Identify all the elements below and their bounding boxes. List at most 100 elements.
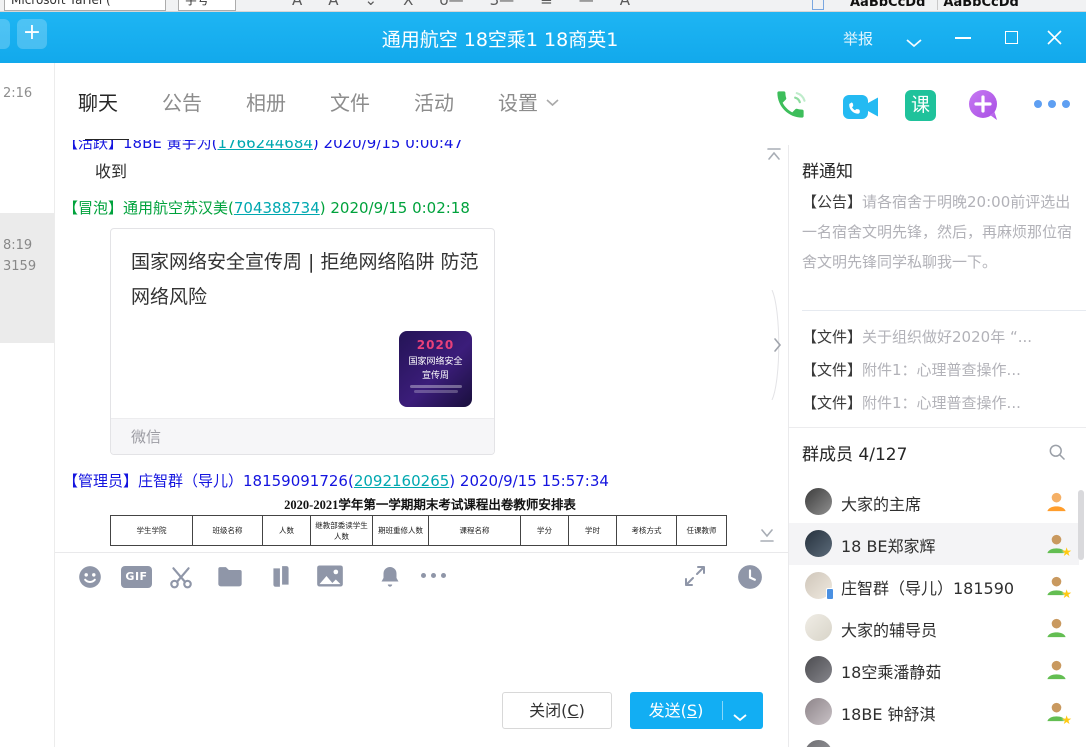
notification-bell-icon[interactable] xyxy=(378,564,402,594)
screenshot-scissors-icon[interactable] xyxy=(168,564,194,594)
more-actions-icon[interactable] xyxy=(1034,100,1070,108)
add-apps-icon[interactable] xyxy=(967,88,1001,126)
member-row-6[interactable] xyxy=(789,733,1086,747)
collapse-top-icon[interactable] xyxy=(765,146,783,166)
conversation-timestamp: 2:16 xyxy=(3,86,32,101)
thumb-year: 2020 xyxy=(399,338,472,352)
member-row-3[interactable]: 大家的辅导员 xyxy=(789,607,1086,649)
thumb-line1: 国家网络安全 xyxy=(399,354,472,367)
table-column-header: 学时 xyxy=(569,516,617,546)
group-members-title: 群成员 4/127 xyxy=(802,440,907,465)
member-badge-icon xyxy=(1045,658,1069,682)
tab-1[interactable]: 公告 xyxy=(162,87,202,116)
chevron-down-icon[interactable] xyxy=(906,33,922,52)
ribbon-glyph: X xyxy=(403,0,413,9)
ribbon-glyph: A xyxy=(620,0,630,9)
member-row-1[interactable]: 18 BE郑家辉★ xyxy=(789,523,1079,565)
message-history-clock-icon[interactable] xyxy=(737,564,763,594)
shared-link-card[interactable]: 国家网络安全宣传周 | 拒绝网络陷阱 防范网络风险 2020 国家网络安全 宣传… xyxy=(110,228,495,455)
mobile-phone-icon xyxy=(826,588,834,600)
send-button-label[interactable]: 发送(S) xyxy=(630,692,722,729)
send-button[interactable]: 发送(S) xyxy=(630,692,763,729)
qq-number-link[interactable]: 1766244684 xyxy=(217,140,312,152)
table-column-header: 学生学院 xyxy=(111,516,193,546)
avatar[interactable] xyxy=(805,614,832,641)
background-word-ribbon: Microsoft YaHei ( 字号 AA⌄Xo—3—≡—A AaBbCcD… xyxy=(0,0,1086,12)
style-preview[interactable]: AaBbCcDd xyxy=(845,0,930,10)
tab-0[interactable]: 聊天 xyxy=(78,87,118,116)
ribbon-glyph: 3— xyxy=(490,0,515,9)
avatar[interactable] xyxy=(805,698,832,725)
tab-5[interactable]: 设置 xyxy=(498,87,559,116)
sidebar-collapse-handle[interactable] xyxy=(769,290,785,404)
gif-icon[interactable]: GIF xyxy=(121,566,152,588)
member-name: 18BE 钟舒淇 xyxy=(841,701,1041,725)
group-header: 聊天 公告 相册 文件 活动 设置 课 xyxy=(55,63,1086,140)
close-icon[interactable] xyxy=(1047,30,1062,49)
member-row-0[interactable]: 大家的主席 xyxy=(789,481,1086,523)
chevron-down-icon[interactable] xyxy=(546,88,559,112)
report-button[interactable]: 举报 xyxy=(843,28,873,49)
member-row-2[interactable]: 庄智群（导儿）181590★ xyxy=(789,565,1086,607)
qq-group-chat-window: Microsoft YaHei ( 字号 AA⌄Xo—3—≡—A AaBbCcD… xyxy=(0,0,1086,747)
maximize-button[interactable] xyxy=(1005,31,1018,44)
group-files-list: 【文件】关于组织做好2020年 “...【文件】附件1：心理普查操作...【文件… xyxy=(802,321,1082,420)
close-button[interactable]: 关闭(C) xyxy=(502,692,612,729)
qq-number-link[interactable]: 704388734 xyxy=(234,199,320,217)
member-row-5[interactable]: 18BE 钟舒淇★ xyxy=(789,691,1086,733)
group-notice-text[interactable]: 【公告】请各宿舍于明晚20:00前评选出一名宿舍文明先锋，然后，再麻烦那位宿舍文… xyxy=(802,187,1078,277)
timestamp: ) 2020/9/15 0:02:18 xyxy=(320,199,470,217)
owner-badge-icon xyxy=(1045,490,1069,514)
style-preview[interactable]: AaBbCcDd xyxy=(937,0,1023,10)
table-header-row: 学生学院班级名称人数继教部委读学生人数期班重修人数课程名称学分学时考核方式任课教… xyxy=(111,516,727,546)
chat-message-area[interactable]: 【活跃】18BE 黄宇为(1766244684) 2020/9/15 0:00:… xyxy=(55,140,788,552)
exam-schedule-table-image[interactable]: 2020-2021学年第一学期期末考试课程出卷教师安排表 学生学院班级名称人数继… xyxy=(110,494,750,546)
tab-4[interactable]: 活动 xyxy=(414,87,454,116)
font-name-dropdown[interactable]: Microsoft YaHei ( xyxy=(4,0,166,11)
ribbon-glyph: ≡ xyxy=(540,0,553,9)
table-column-header: 任课教师 xyxy=(677,516,727,546)
more-tools-icon[interactable] xyxy=(421,564,446,578)
ribbon-glyph: — xyxy=(579,0,594,9)
table-column-header: 学分 xyxy=(521,516,569,546)
group-file-item[interactable]: 【文件】关于组织做好2020年 “... xyxy=(802,321,1082,354)
group-file-item[interactable]: 【文件】附件1：心理普查操作... xyxy=(802,354,1082,387)
group-file-item[interactable]: 【文件】附件1：心理普查操作... xyxy=(802,387,1082,420)
search-icon[interactable] xyxy=(1047,442,1067,466)
avatar[interactable] xyxy=(805,572,832,599)
conversation-number: 3159 xyxy=(3,259,53,274)
link-card-thumbnail: 2020 国家网络安全 宣传周 xyxy=(399,331,472,407)
member-name: 18 BE郑家辉 xyxy=(841,533,1041,557)
member-row-4[interactable]: 18空乘潘静茹 xyxy=(789,649,1086,691)
conversation-list-sliver: 2:16 8:19 3159 xyxy=(0,63,55,747)
send-file-folder-icon[interactable] xyxy=(216,564,244,594)
tab-2[interactable]: 相册 xyxy=(246,87,286,116)
titlebar: + 通用航空 18空乘1 18商英1 举报 xyxy=(0,12,1086,63)
font-size-dropdown[interactable]: 字号 xyxy=(178,0,236,11)
divider xyxy=(789,427,1086,428)
selected-conversation[interactable] xyxy=(0,213,55,343)
window-shake-icon[interactable] xyxy=(268,564,294,594)
tab-3[interactable]: 文件 xyxy=(330,87,370,116)
voice-call-icon[interactable] xyxy=(773,87,808,126)
divider xyxy=(802,310,1086,311)
qq-number-link[interactable]: 2092160265 xyxy=(354,472,449,490)
send-options-chevron[interactable] xyxy=(733,707,747,726)
avatar[interactable] xyxy=(805,740,832,747)
avatar[interactable] xyxy=(805,488,832,515)
message-text: 收到 xyxy=(95,158,127,182)
avatar[interactable] xyxy=(805,530,832,557)
table-title: 2020-2021学年第一学期期末考试课程出卷教师安排表 xyxy=(110,494,750,513)
sidebar-scrollbar-thumb[interactable] xyxy=(1078,490,1084,560)
composer-toolbar: GIF xyxy=(55,553,788,600)
group-class-icon[interactable]: 课 xyxy=(905,90,936,121)
avatar[interactable] xyxy=(805,656,832,683)
send-image-icon[interactable] xyxy=(316,564,344,592)
emoji-icon[interactable] xyxy=(77,564,103,594)
scroll-to-bottom-icon[interactable] xyxy=(758,528,776,548)
expand-composer-icon[interactable] xyxy=(683,564,707,592)
admin-badge-icon: ★ xyxy=(1045,574,1069,598)
video-call-icon[interactable] xyxy=(841,93,881,125)
sender-prefix: 【管理员】庄智群（导儿）18159091726( xyxy=(63,472,354,490)
minimize-button[interactable] xyxy=(955,37,971,39)
